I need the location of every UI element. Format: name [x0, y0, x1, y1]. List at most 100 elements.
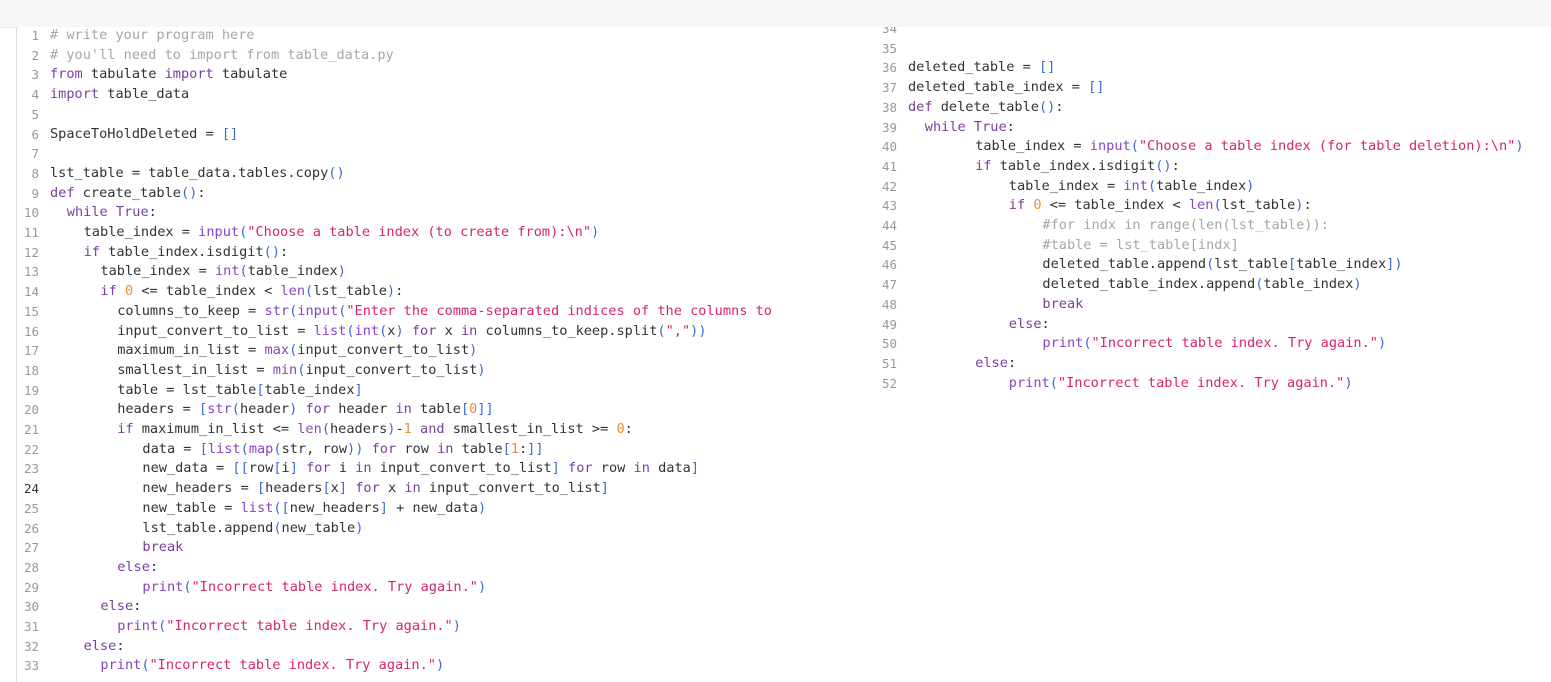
code-token: 0 [616, 421, 625, 437]
code-token: len [280, 283, 306, 300]
code-line[interactable]: 22 data = [list(map(str, row)) for row in… [17, 440, 875, 460]
code-token: SpaceToHoldDeleted = [50, 125, 222, 142]
code-line[interactable]: 2 # you'll need to import from table_data… [17, 46, 875, 66]
line-number: 48 [881, 296, 897, 312]
code-token: [] [1088, 79, 1105, 96]
line-number: 21 [23, 422, 39, 437]
code-line[interactable]: 16 input_convert_to_list = list(int(x) fo… [17, 322, 875, 342]
code-line[interactable]: 21 if maximum_in_list <= len(headers)-1 a… [17, 420, 875, 440]
code-text: print("Incorrect table index. Try again.… [100, 656, 444, 676]
code-line[interactable]: 51 else: [875, 354, 1551, 374]
code-token: "Incorrect table index. Try again." [166, 618, 453, 634]
code-token: import [164, 66, 214, 83]
code-token: : [133, 598, 142, 615]
code-line[interactable]: 52 print("Incorrect table index. Try agai… [875, 374, 1551, 394]
code-token: data = [142, 440, 200, 457]
code-line[interactable]: 46 deleted_table.append(lst_table[table_i… [875, 255, 1551, 275]
code-text: else: [117, 558, 158, 578]
code-line[interactable]: 27 break [17, 538, 875, 558]
editor-pane-right[interactable]: 34 35 36 deleted_table = [] 37 deleted_table_… [875, 27, 1551, 674]
code-line[interactable]: 48 break [875, 295, 1551, 315]
code-line[interactable]: 41 if table_index.isdigit(): [875, 157, 1551, 177]
editor-pane-left[interactable]: 1 # write your program here 2 # you'll need… [17, 27, 875, 681]
code-line[interactable]: 42 table_index = int(table_index) [875, 177, 1551, 197]
code-token: ( [1130, 138, 1139, 155]
code-editor[interactable]: 1 # write your program here 2 # you'll need… [16, 27, 1551, 682]
code-line[interactable]: 9 def create_table(): [17, 184, 875, 204]
code-line[interactable]: 37 deleted_table_index = [] [875, 78, 1551, 98]
code-line[interactable]: 15 columns_to_keep = str(input("Enter the… [17, 302, 875, 322]
line-number: 52 [881, 375, 897, 391]
code-line[interactable]: 10 while True: [17, 203, 875, 223]
code-token: str, row [281, 440, 348, 457]
line-number: 30 [23, 599, 39, 615]
code-token: input_convert_to_list [305, 361, 478, 378]
code-token: x [379, 480, 405, 497]
code-token: ] [354, 381, 363, 398]
line-number: 22 [23, 441, 39, 457]
code-line[interactable]: 39 while True: [875, 118, 1551, 138]
code-token: input_convert_to_list [297, 342, 470, 359]
code-line[interactable]: 40 table_index = input("Choose a table in… [875, 137, 1551, 157]
code-line[interactable]: 43 if 0 <= table_index < len(lst_table): [875, 196, 1551, 216]
code-line[interactable]: 13 table_index = int(table_index) [17, 262, 875, 282]
code-token: ) [1377, 335, 1387, 352]
code-line[interactable]: 19 table = lst_table[table_index] [17, 381, 875, 401]
code-token: if [1008, 197, 1026, 214]
code-line[interactable]: 30 else: [17, 597, 875, 617]
code-line[interactable]: 14 if 0 <= table_index < len(lst_table): [17, 282, 875, 302]
code-line[interactable]: 3 from tabulate import tabulate [17, 65, 875, 85]
code-line[interactable]: 7 [17, 144, 875, 164]
code-line[interactable]: 20 headers = [str(header) for header in t… [17, 400, 875, 420]
code-token: ) [452, 618, 461, 634]
line-number: 28 [23, 559, 39, 575]
code-token: if [83, 243, 100, 260]
code-line[interactable]: 31 print("Incorrect table index. Try agai… [17, 617, 875, 637]
code-token: ( [273, 440, 282, 457]
code-line[interactable]: 45 #table = lst_table[indx] [875, 236, 1551, 256]
code-line[interactable]: 26 lst_table.append(new_table) [17, 519, 875, 539]
code-token: else [83, 637, 117, 654]
code-line[interactable]: 44 #for indx in range(len(lst_table)): [875, 216, 1551, 236]
code-line[interactable]: 49 else: [875, 315, 1551, 335]
code-line[interactable]: 18 smallest_in_list = min(input_convert_t… [17, 361, 875, 381]
code-line[interactable]: 5 [17, 105, 875, 125]
code-line[interactable]: 29 print("Incorrect table index. Try agai… [17, 578, 875, 598]
code-line[interactable]: 50 print("Incorrect table index. Try agai… [875, 334, 1551, 354]
code-token: table_index [1296, 256, 1387, 273]
code-token: in [355, 460, 372, 477]
code-line[interactable]: 24 new_headers = [headers[x] for x in inp… [17, 479, 875, 499]
code-line[interactable]: 32 else: [17, 637, 875, 657]
code-line[interactable]: 1 # write your program here [17, 27, 875, 46]
code-line[interactable]: 17 maximum_in_list = max(input_convert_to… [17, 341, 875, 361]
line-number: 11 [23, 225, 39, 240]
code-line[interactable]: 28 else: [17, 558, 875, 578]
code-token: <= table_index < [133, 283, 281, 300]
code-token: ]] [527, 440, 544, 457]
code-line[interactable]: 4 import table_data [17, 85, 875, 105]
line-number: 36 [881, 60, 897, 76]
code-line[interactable]: 35 [875, 39, 1551, 59]
code-line[interactable]: 8 lst_table = table_data.tables.copy() [17, 164, 875, 184]
code-line[interactable]: 33 print("Incorrect table index. Try agai… [17, 656, 875, 676]
code-token: ) [435, 657, 445, 674]
code-token: ) [591, 224, 600, 240]
code-line[interactable]: 38 def delete_table(): [875, 98, 1551, 118]
code-token: in [395, 401, 412, 418]
code-line[interactable]: 11 table_index = input("Choose a table in… [17, 223, 875, 243]
code-token: ) [1246, 177, 1255, 194]
code-line[interactable]: 47 deleted_table_index.append(table_index… [875, 275, 1551, 295]
code-token: lst_table.append [142, 519, 274, 536]
code-line[interactable]: 12 if table_index.isdigit(): [17, 243, 875, 263]
code-line[interactable]: 23 new_data = [[row[i] for i in input_con… [17, 459, 875, 479]
code-token: len [297, 421, 322, 437]
code-line[interactable]: 6 SpaceToHoldDeleted = [] [17, 125, 875, 145]
code-token: row [396, 440, 438, 457]
code-line[interactable]: 25 new_table = list([new_headers] + new_d… [17, 499, 875, 519]
code-line[interactable]: 34 [875, 27, 1551, 39]
code-text: else: [84, 637, 125, 657]
code-line[interactable]: 36 deleted_table = [] [875, 58, 1551, 78]
